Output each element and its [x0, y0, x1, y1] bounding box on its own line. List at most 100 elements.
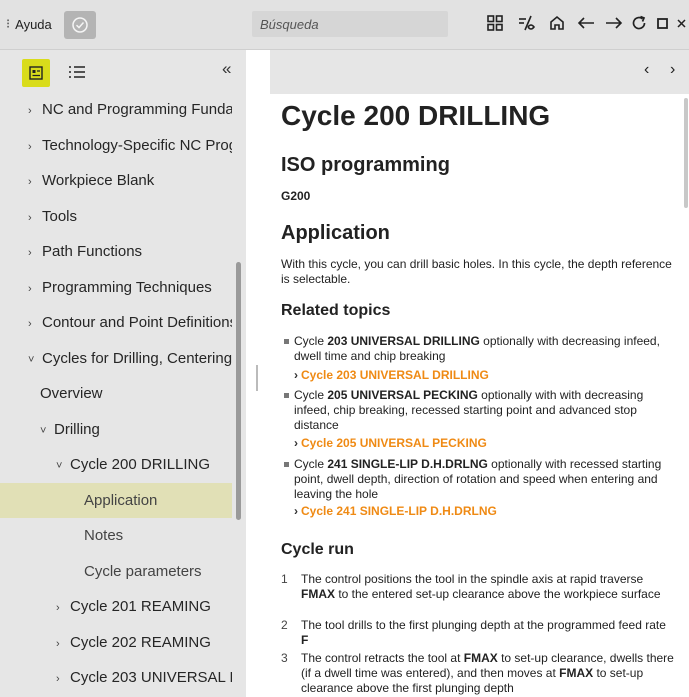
article-title: Cycle 200 DRILLING [281, 100, 551, 131]
confirm-button[interactable] [64, 11, 96, 39]
chevron-right-icon[interactable]: › [56, 591, 70, 625]
toc-item-label: NC and Programming Fundamentals [42, 101, 232, 118]
related-topic-link[interactable]: › Cycle 241 SINGLE-LIP D.H.DRLNG [294, 504, 497, 518]
bullet-icon [284, 339, 289, 344]
related-topic-item: Cycle 203 UNIVERSAL DRILLING optionally … [281, 334, 676, 364]
toc-item-label: Technology-Specific NC Programming [42, 136, 232, 154]
toc-item-label: Overview [40, 385, 103, 402]
chevron-right-icon[interactable]: › [28, 307, 42, 341]
toc-item[interactable]: › Tools [0, 199, 232, 235]
toc-item[interactable]: Overview [0, 376, 232, 412]
toc-item[interactable]: › Contour and Point Definitions [0, 305, 232, 341]
related-topic-item: Cycle 205 UNIVERSAL PECKING optionally w… [281, 388, 676, 433]
toc-item[interactable]: › Programming Techniques [0, 270, 232, 306]
related-topic-link[interactable]: › Cycle 205 UNIVERSAL PECKING [294, 436, 487, 450]
toc-item[interactable]: › Workpiece Blank [0, 163, 232, 199]
sidebar: « ›NC and Programming Fundamentals›Techn… [0, 50, 246, 697]
list-view-button[interactable] [68, 64, 86, 85]
reload-icon[interactable] [630, 14, 652, 36]
toc-item-label: Programming Techniques [42, 278, 212, 296]
toc-item[interactable]: Cycle parameters [0, 554, 232, 590]
chevron-right-icon: › [294, 436, 298, 450]
toc-item-label: Contour and Point Definitions [42, 314, 232, 331]
toc-item[interactable]: › Cycle 201 REAMING [0, 589, 232, 625]
cycle-run-heading: Cycle run [281, 541, 354, 558]
iso-code: G200 [281, 189, 311, 203]
chevron-right-icon: › [294, 368, 298, 382]
document-icon [29, 66, 43, 80]
top-toolbar: ⁝ Ayuda Búsqueda [0, 0, 689, 50]
step-text: The control positions the tool in the sp… [301, 572, 661, 601]
next-page-icon[interactable]: › [670, 61, 675, 79]
window-icon[interactable] [656, 14, 678, 36]
toc-item-label: Cycle parameters [84, 562, 202, 580]
related-topic-link[interactable]: › Cycle 203 UNIVERSAL DRILLING [294, 368, 489, 382]
chevron-down-icon[interactable]: ˅ [40, 414, 54, 448]
related-topic-text: Cycle 205 UNIVERSAL PECKING optionally w… [294, 388, 644, 432]
chevron-down-icon[interactable]: ˅ [28, 343, 42, 377]
toc-item-label: Cycle 201 REAMING [70, 598, 211, 615]
chevron-right-icon[interactable]: › [28, 236, 42, 270]
step-number: 3 [281, 651, 288, 665]
application-text: With this cycle, you can drill basic hol… [281, 257, 672, 286]
menu-dots-icon: ⁝ [6, 16, 11, 31]
chevron-right-icon: › [294, 504, 298, 518]
back-arrow-icon[interactable] [576, 14, 598, 36]
chevron-right-icon[interactable]: › [56, 627, 70, 661]
toc-item-label: Drilling [54, 420, 100, 438]
sidebar-scrollbar[interactable] [236, 262, 241, 520]
bullet-icon [284, 462, 289, 467]
toc-item-label: Application [84, 491, 158, 509]
app-title: Ayuda [15, 16, 52, 32]
chevron-right-icon[interactable]: › [28, 165, 42, 199]
step-number: 1 [281, 572, 288, 586]
code-language-icon[interactable] [517, 14, 539, 36]
step-text: The tool drills to the first plunging de… [301, 618, 666, 647]
toc-item[interactable]: › Path Functions [0, 234, 232, 270]
toc-view-button[interactable] [22, 59, 50, 87]
iso-heading: ISO programming [281, 154, 450, 176]
toc-item[interactable]: Notes [0, 518, 232, 554]
panel-splitter-handle[interactable] [256, 365, 258, 391]
previous-page-icon[interactable]: ‹ [644, 61, 649, 79]
list-icon [69, 66, 85, 78]
step-text: The control retracts the tool at FMAX to… [301, 651, 674, 695]
grid-icon[interactable] [486, 14, 508, 36]
toc-item[interactable]: Application [0, 482, 232, 518]
toc-item[interactable]: ˅ Drilling [0, 412, 232, 448]
toc-item-label: Cycles for Drilling, Centering [42, 349, 232, 367]
content-nav-bar: ‹ › [270, 50, 689, 94]
toc-item-label: Path Functions [42, 243, 143, 260]
related-topic-text: Cycle 203 UNIVERSAL DRILLING optionally … [294, 334, 660, 363]
toc-item-label: Cycle 202 REAMING [70, 633, 211, 651]
toc-tree: ›NC and Programming Fundamentals›Technol… [0, 94, 232, 696]
toc-item[interactable]: › Cycle 202 REAMING [0, 625, 232, 661]
toc-item[interactable]: ˅ Cycle 200 DRILLING [0, 447, 232, 483]
toc-item[interactable]: ›Cycle 203 UNIVERSAL DRILLING [0, 660, 232, 696]
forward-arrow-icon[interactable] [604, 14, 626, 36]
toc-item[interactable]: ›NC and Programming Fundamentals [0, 92, 232, 128]
article-content: Cycle 200 DRILLING ISO programming G200 … [270, 94, 689, 697]
bullet-icon [284, 393, 289, 398]
application-heading: Application [281, 222, 390, 244]
close-icon[interactable] [676, 14, 689, 36]
toc-item-label: Tools [42, 207, 78, 225]
toc-item[interactable]: ›Technology-Specific NC Programming [0, 128, 232, 164]
toc-item[interactable]: ˅ Cycles for Drilling, Centering [0, 341, 232, 377]
toc-item-label: Notes [84, 527, 124, 544]
collapse-sidebar-button[interactable]: « [222, 59, 231, 79]
related-topic-text: Cycle 241 SINGLE-LIP D.H.DRLNG optionall… [294, 457, 662, 501]
chevron-right-icon[interactable]: › [28, 94, 42, 128]
chevron-right-icon[interactable]: › [28, 201, 42, 235]
toc-item-label: Workpiece Blank [42, 172, 155, 189]
search-input[interactable]: Búsqueda [252, 11, 448, 37]
toc-item-label: Cycle 203 UNIVERSAL DRILLING [70, 669, 232, 686]
chevron-down-icon[interactable]: ˅ [56, 449, 70, 483]
chevron-right-icon[interactable]: › [28, 130, 42, 164]
related-topics-heading: Related topics [281, 302, 391, 319]
chevron-right-icon[interactable]: › [56, 662, 70, 696]
sidebar-header: « [0, 50, 246, 94]
home-icon[interactable] [548, 14, 570, 36]
chevron-right-icon[interactable]: › [28, 272, 42, 306]
app-menu[interactable]: ⁝ Ayuda [6, 16, 52, 32]
